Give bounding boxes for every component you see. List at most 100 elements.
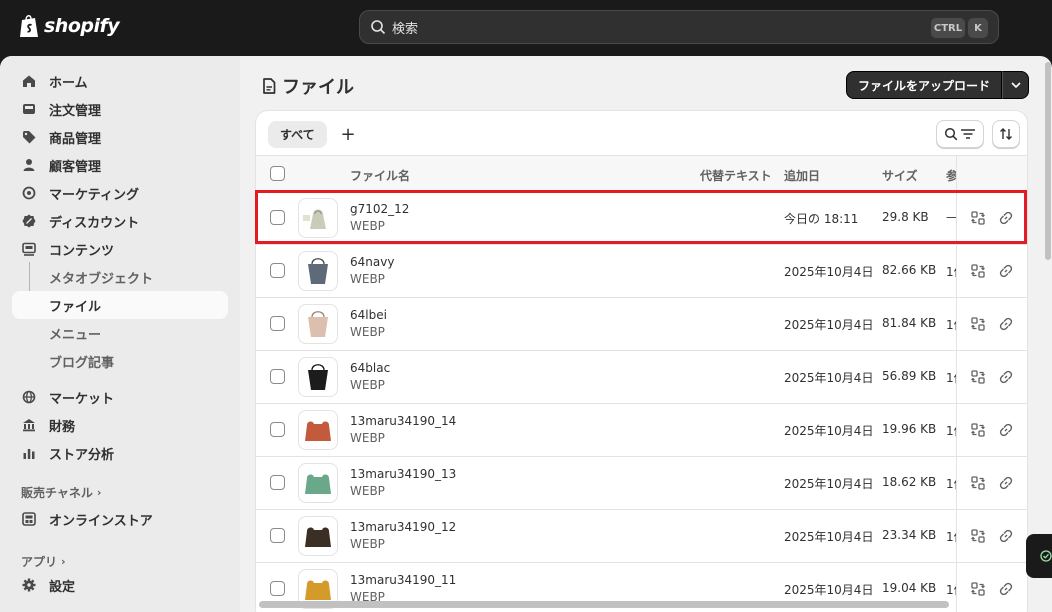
file-name[interactable]: 13maru34190_12 (350, 520, 456, 534)
file-size: 29.8 KB (882, 210, 929, 224)
select-all-checkbox[interactable] (270, 166, 285, 181)
file-name[interactable]: 13maru34190_13 (350, 467, 456, 481)
replace-file-button[interactable] (969, 474, 987, 492)
search-bar[interactable]: 検索 CTRL K (359, 10, 999, 44)
replace-file-button[interactable] (969, 315, 987, 333)
apps-header[interactable]: アプリ › (21, 553, 66, 570)
file-thumbnail[interactable] (298, 357, 338, 397)
file-name[interactable]: 13maru34190_11 (350, 573, 456, 587)
sidebar-item-finance[interactable]: 財務 (12, 411, 228, 439)
sidebar-item-customers[interactable]: 顧客管理 (12, 151, 228, 179)
file-thumbnail[interactable] (298, 516, 338, 556)
file-name[interactable]: 64navy (350, 255, 394, 269)
link-icon (999, 529, 1013, 543)
sort-button[interactable] (992, 120, 1020, 148)
file-name[interactable]: 64blac (350, 361, 390, 375)
chevron-right-icon: › (61, 555, 66, 568)
link-icon (999, 370, 1013, 384)
sidebar-item-label: 財務 (49, 419, 76, 435)
table-row[interactable]: 13maru34190_12 WEBP 2025年10月4日 23.34 KB 1件 (256, 510, 1027, 563)
sidebar-item-markets[interactable]: マーケット (12, 383, 228, 411)
upload-options-button[interactable] (1002, 71, 1030, 99)
table-row[interactable]: g7102_12 WEBP 今日の 18:11 29.8 KB — (256, 192, 1027, 245)
row-checkbox[interactable] (270, 369, 285, 384)
row-checkbox[interactable] (270, 210, 285, 225)
copy-link-button[interactable] (997, 209, 1015, 227)
column-header-date-added[interactable]: 追加日 (784, 167, 820, 184)
replace-file-button[interactable] (969, 421, 987, 439)
shopify-logo[interactable]: shopify (18, 13, 120, 39)
replace-file-button[interactable] (969, 580, 987, 598)
table-row[interactable]: 13maru34190_13 WEBP 2025年10月4日 18.62 KB 1件 (256, 457, 1027, 510)
file-thumbnail[interactable] (298, 463, 338, 503)
copy-link-button[interactable] (997, 527, 1015, 545)
sidebar-sub-files[interactable]: ファイル (12, 291, 228, 319)
file-type: WEBP (350, 484, 385, 498)
sidebar-item-discounts[interactable]: ディスカウント (12, 207, 228, 235)
sidebar-item-content[interactable]: コンテンツ (12, 235, 228, 263)
table-row[interactable]: 13maru34190_14 WEBP 2025年10月4日 19.96 KB 1件 (256, 404, 1027, 457)
file-thumbnail[interactable] (298, 304, 338, 344)
row-checkbox[interactable] (270, 528, 285, 543)
upload-files-button[interactable]: ファイルをアップロード (846, 71, 1003, 99)
sidebar-item-marketing[interactable]: マーケティング (12, 179, 228, 207)
sidebar-sub-blog-posts[interactable]: ブログ記事 (12, 347, 228, 375)
file-name[interactable]: g7102_12 (350, 202, 409, 216)
replace-file-button[interactable] (969, 527, 987, 545)
file-thumbnail[interactable] (298, 251, 338, 291)
sidebar-item-label: コンテンツ (49, 243, 115, 259)
sidebar-sub-menus[interactable]: メニュー (12, 319, 228, 347)
file-name[interactable]: 64lbei (350, 308, 387, 322)
toast-notification[interactable] (1026, 534, 1052, 578)
row-checkbox[interactable] (270, 475, 285, 490)
sidebar-item-analytics[interactable]: ストア分析 (12, 439, 228, 467)
file-name[interactable]: 13maru34190_14 (350, 414, 456, 428)
vertical-scrollbar[interactable] (1045, 62, 1051, 260)
sales-channels-header[interactable]: 販売チャネル › (21, 484, 101, 501)
sidebar-item-home[interactable]: ホーム (12, 67, 228, 95)
file-size: 23.34 KB (882, 528, 937, 542)
file-size: 56.89 KB (882, 369, 937, 383)
file-thumbnail[interactable] (298, 410, 338, 450)
sidebar-item-label: 商品管理 (49, 131, 102, 147)
file-date-added: 2025年10月4日 (784, 371, 874, 385)
sidebar-item-products[interactable]: 商品管理 (12, 123, 228, 151)
sidebar-item-online-store[interactable]: オンラインストア (12, 505, 228, 533)
copy-link-button[interactable] (997, 262, 1015, 280)
table-row[interactable]: 64blac WEBP 2025年10月4日 56.89 KB 1件 (256, 351, 1027, 404)
file-date-added: 2025年10月4日 (784, 477, 874, 491)
gear-icon (21, 577, 37, 593)
table-row[interactable]: 64lbei WEBP 2025年10月4日 81.84 KB 1件 (256, 298, 1027, 351)
copy-link-button[interactable] (997, 315, 1015, 333)
row-checkbox[interactable] (270, 422, 285, 437)
copy-link-button[interactable] (997, 421, 1015, 439)
row-checkbox[interactable] (270, 581, 285, 596)
row-checkbox[interactable] (270, 316, 285, 331)
replace-file-button[interactable] (969, 262, 987, 280)
column-header-references[interactable]: 参 (946, 167, 956, 184)
column-header-alt-text[interactable]: 代替テキスト (700, 167, 772, 184)
add-view-button[interactable]: + (338, 123, 358, 145)
copy-link-button[interactable] (997, 474, 1015, 492)
sidebar-item-settings[interactable]: 設定 (12, 571, 228, 599)
replace-icon (971, 211, 985, 225)
copy-link-button[interactable] (997, 368, 1015, 386)
file-thumbnail[interactable] (298, 198, 338, 238)
replace-file-button[interactable] (969, 368, 987, 386)
column-header-size[interactable]: サイズ (882, 167, 918, 184)
search-placeholder: 検索 (392, 21, 419, 37)
column-header-filename[interactable]: ファイル名 (350, 167, 410, 184)
sidebar-item-label: 設定 (49, 579, 76, 595)
sidebar-sub-metaobjects[interactable]: メタオブジェクト (12, 263, 228, 291)
horizontal-scrollbar[interactable] (259, 601, 949, 608)
replace-icon (971, 370, 985, 384)
search-filter-button[interactable] (936, 120, 984, 148)
sidebar-item-orders[interactable]: 注文管理 (12, 95, 228, 123)
person-icon (21, 157, 37, 173)
tab-all[interactable]: すべて (268, 121, 327, 148)
replace-file-button[interactable] (969, 209, 987, 227)
copy-link-button[interactable] (997, 580, 1015, 598)
row-checkbox[interactable] (270, 263, 285, 278)
table-row[interactable]: 64navy WEBP 2025年10月4日 82.66 KB 1件 (256, 245, 1027, 298)
file-date-added: 2025年10月4日 (784, 530, 874, 544)
